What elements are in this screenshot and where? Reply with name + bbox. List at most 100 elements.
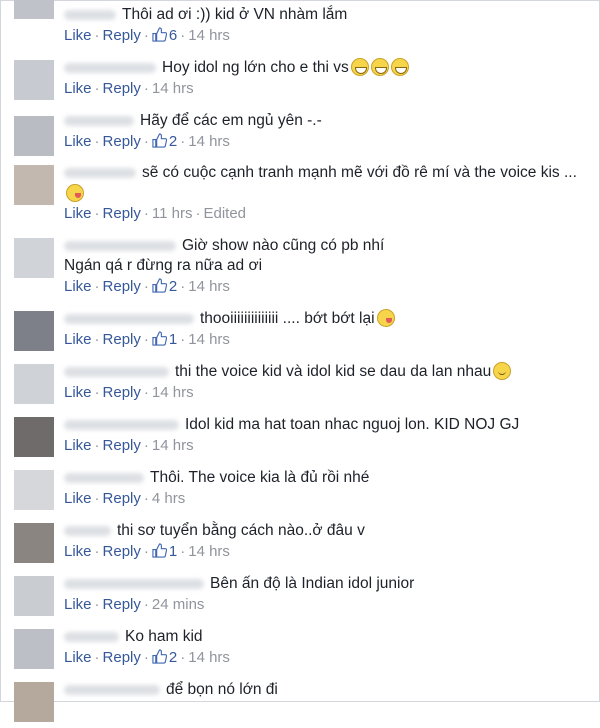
separator: · (143, 80, 149, 97)
commenter-name-blurred[interactable] (64, 313, 194, 324)
like-count[interactable]: 6 (152, 27, 177, 45)
commenter-name-blurred[interactable] (64, 9, 116, 20)
tongue-emoji-icon (376, 309, 395, 327)
commenter-name-blurred[interactable] (64, 525, 111, 536)
like-button[interactable]: Like (64, 27, 92, 44)
like-count-value: 2 (168, 278, 178, 295)
separator: · (94, 27, 100, 44)
timestamp[interactable]: 14 hrs (152, 437, 194, 454)
comment-body: Bên ấn độ là Indian idol junior (64, 574, 414, 593)
avatar[interactable] (14, 682, 54, 722)
avatar[interactable] (14, 165, 54, 205)
like-button[interactable]: Like (64, 331, 92, 348)
avatar[interactable] (14, 364, 54, 404)
reply-button[interactable]: Reply (103, 596, 141, 613)
like-button[interactable]: Like (64, 80, 92, 97)
timestamp[interactable]: 14 hrs (188, 133, 230, 150)
like-button[interactable]: Like (64, 543, 92, 560)
like-button[interactable]: Like (64, 596, 92, 613)
comment-actions: Like · Reply · 6 · 14 hrs (64, 27, 230, 45)
avatar[interactable] (14, 629, 54, 669)
avatar[interactable] (14, 311, 54, 351)
timestamp[interactable]: 14 hrs (188, 543, 230, 560)
reply-button[interactable]: Reply (103, 490, 141, 507)
timestamp[interactable]: 4 hrs (152, 490, 185, 507)
commenter-name-blurred[interactable] (64, 419, 179, 430)
separator: · (143, 205, 149, 222)
separator: · (94, 133, 100, 150)
like-button[interactable]: Like (64, 490, 92, 507)
smile-emoji-icon (493, 362, 512, 380)
avatar[interactable] (14, 523, 54, 563)
separator: · (143, 437, 149, 454)
comment-item: Hoy idol ng lớn cho e thi vs Like · Reply · 1… (0, 53, 600, 106)
separator: · (143, 649, 149, 666)
comment-item: sẽ có cuộc cạnh tranh mạnh mẽ với đồ rê … (0, 158, 600, 222)
like-count[interactable]: 1 (152, 331, 177, 349)
avatar[interactable] (14, 0, 54, 19)
timestamp[interactable]: 14 hrs (188, 331, 230, 348)
separator: · (180, 133, 186, 150)
separator: · (94, 596, 100, 613)
reply-button[interactable]: Reply (103, 133, 141, 150)
commenter-name-blurred[interactable] (64, 240, 176, 251)
grin-emoji-icon (390, 58, 409, 76)
separator: · (143, 133, 149, 150)
reply-button[interactable]: Reply (103, 543, 141, 560)
comment-actions: Like · Reply · 14 hrs (64, 80, 194, 98)
like-button[interactable]: Like (64, 278, 92, 295)
comment-actions: Like · Reply · 2 · 14 hrs (64, 278, 230, 296)
timestamp[interactable]: 14 hrs (152, 80, 194, 97)
commenter-name-blurred[interactable] (64, 631, 119, 642)
reply-button[interactable]: Reply (103, 384, 141, 401)
timestamp[interactable]: 11 hrs (152, 205, 193, 222)
avatar[interactable] (14, 116, 54, 156)
like-button[interactable]: Like (64, 205, 92, 222)
avatar[interactable] (14, 238, 54, 278)
thumbs-up-icon (152, 27, 167, 42)
like-button[interactable]: Like (64, 133, 92, 150)
avatar[interactable] (14, 470, 54, 510)
comment-text: thooiiiiiiiiiiiiii .... bớt bớt lại (200, 310, 375, 327)
commenter-name-blurred[interactable] (64, 167, 136, 178)
comment-actions: Like · Reply · 1 · 14 hrs (64, 331, 230, 349)
comment-body: Idol kid ma hat toan nhac nguoj lon. KID… (64, 415, 519, 434)
timestamp[interactable]: 14 hrs (152, 384, 194, 401)
reply-button[interactable]: Reply (103, 205, 141, 222)
comment-body: sẽ có cuộc cạnh tranh mạnh mẽ với đồ rê … (64, 163, 577, 182)
like-button[interactable]: Like (64, 437, 92, 454)
like-count[interactable]: 2 (152, 278, 177, 296)
avatar[interactable] (14, 417, 54, 457)
separator: · (94, 278, 100, 295)
reply-button[interactable]: Reply (103, 649, 141, 666)
like-button[interactable]: Like (64, 384, 92, 401)
timestamp[interactable]: 14 hrs (188, 27, 230, 44)
thumbs-up-icon (152, 133, 167, 148)
comment-item: Bên ấn độ là Indian idol junior Like · Repl… (0, 569, 600, 622)
reply-button[interactable]: Reply (103, 27, 141, 44)
avatar[interactable] (14, 60, 54, 100)
commenter-name-blurred[interactable] (64, 684, 160, 695)
commenter-name-blurred[interactable] (64, 472, 144, 483)
commenter-name-blurred[interactable] (64, 62, 156, 73)
reply-button[interactable]: Reply (103, 278, 141, 295)
timestamp[interactable]: 24 mins (152, 596, 205, 613)
reply-button[interactable]: Reply (103, 437, 141, 454)
reply-button[interactable]: Reply (103, 80, 141, 97)
separator: · (143, 384, 149, 401)
comment-text: Hoy idol ng lớn cho e thi vs (162, 59, 349, 76)
timestamp[interactable]: 14 hrs (188, 649, 230, 666)
like-count[interactable]: 1 (152, 543, 177, 561)
commenter-name-blurred[interactable] (64, 366, 169, 377)
comment-item: thooiiiiiiiiiiiiii .... bớt bớt lại Like ·… (0, 304, 600, 357)
avatar[interactable] (14, 576, 54, 616)
edited-label[interactable]: Edited (203, 205, 246, 222)
comment-body: Hãy để các em ngủ yên -.- (64, 111, 322, 130)
reply-button[interactable]: Reply (103, 331, 141, 348)
like-count[interactable]: 2 (152, 133, 177, 151)
like-count[interactable]: 2 (152, 649, 177, 667)
like-button[interactable]: Like (64, 649, 92, 666)
timestamp[interactable]: 14 hrs (188, 278, 230, 295)
commenter-name-blurred[interactable] (64, 578, 204, 589)
commenter-name-blurred[interactable] (64, 115, 134, 126)
